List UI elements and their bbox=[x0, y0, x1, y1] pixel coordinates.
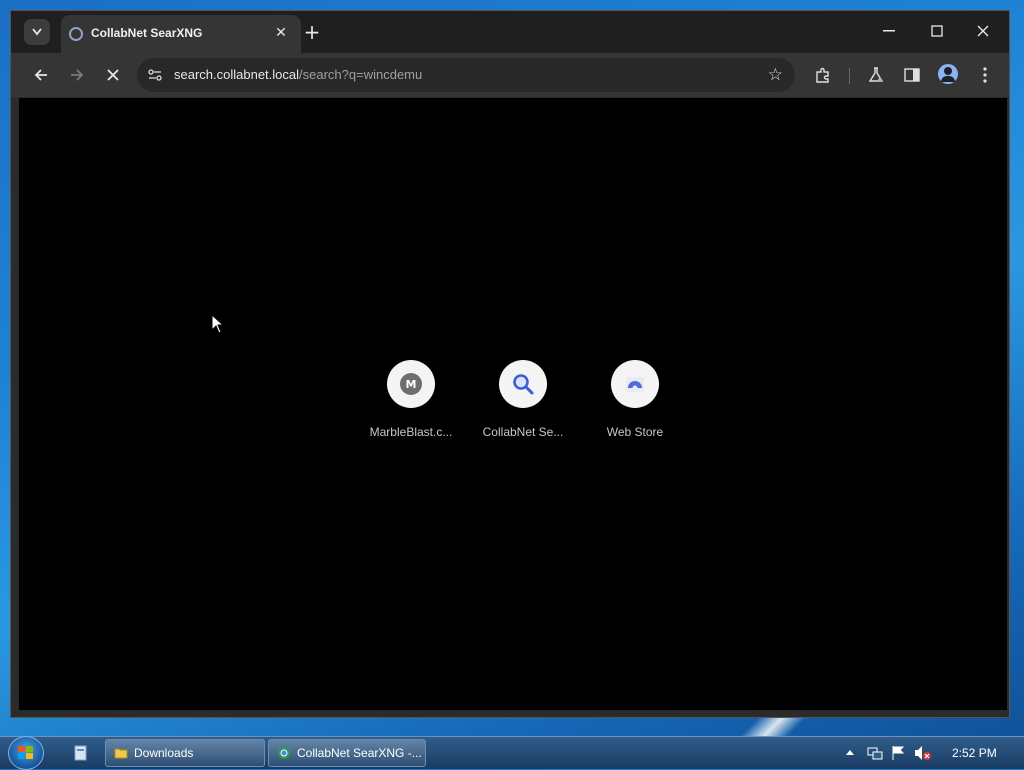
toolbar-separator bbox=[849, 68, 850, 84]
shortcut-label: Web Store bbox=[606, 425, 664, 439]
shortcut-label: CollabNet Se... bbox=[482, 425, 564, 439]
browser-toolbar: search.collabnet.local/search?q=wincdemu… bbox=[11, 53, 1009, 97]
tab-title: CollabNet SearXNG bbox=[91, 26, 203, 40]
maximize-icon bbox=[931, 25, 943, 37]
minimize-icon bbox=[883, 30, 895, 32]
network-icon[interactable] bbox=[867, 745, 883, 761]
taskbar-item-label: CollabNet SearXNG -... bbox=[297, 746, 422, 760]
side-panel-icon[interactable] bbox=[900, 63, 924, 87]
taskbar-item-label: Downloads bbox=[134, 746, 194, 760]
start-button[interactable] bbox=[8, 736, 44, 770]
shortcut-icon-circle bbox=[611, 360, 659, 408]
profile-avatar-icon[interactable] bbox=[938, 64, 958, 84]
minimize-button[interactable] bbox=[869, 17, 909, 45]
browser-window: CollabNet SearXNG ✕ + search.collabnet.l… bbox=[10, 10, 1010, 718]
shortcut-icon-circle: M bbox=[387, 360, 435, 408]
stop-icon bbox=[107, 69, 119, 81]
taskbar: Downloads CollabNet SearXNG -... 2:52 PM bbox=[0, 736, 1024, 770]
windows-logo-icon bbox=[18, 746, 33, 759]
show-hidden-icons-icon[interactable] bbox=[846, 749, 854, 755]
shortcut-tile[interactable]: M MarbleBlast.c... bbox=[361, 360, 461, 439]
labs-flask-icon[interactable] bbox=[864, 63, 888, 87]
menu-kebab-icon[interactable] bbox=[973, 63, 997, 87]
volume-muted-icon[interactable] bbox=[914, 745, 932, 761]
search-icon bbox=[513, 374, 534, 395]
shortcut-icon-circle bbox=[499, 360, 547, 408]
stop-loading-button[interactable] bbox=[101, 63, 125, 87]
address-bar[interactable]: search.collabnet.local/search?q=wincdemu… bbox=[137, 58, 795, 92]
tab-search-button[interactable] bbox=[24, 19, 50, 45]
shortcut-tile[interactable]: CollabNet Se... bbox=[473, 360, 573, 439]
page-content: M MarbleBlast.c... CollabNet Se... Web S… bbox=[19, 98, 1007, 710]
url-host: search.collabnet.local bbox=[174, 67, 300, 82]
web-store-icon bbox=[626, 377, 644, 392]
maximize-button[interactable] bbox=[917, 17, 957, 45]
forward-arrow-icon bbox=[71, 69, 84, 81]
close-window-button[interactable] bbox=[963, 17, 1003, 45]
tab-strip: CollabNet SearXNG ✕ + bbox=[11, 11, 1009, 53]
tab-close-button[interactable]: ✕ bbox=[271, 23, 291, 43]
marbleblast-letter-icon: M bbox=[400, 373, 422, 395]
extensions-icon[interactable] bbox=[811, 63, 835, 87]
site-favicon-icon bbox=[69, 27, 83, 41]
new-tab-button[interactable]: + bbox=[301, 20, 323, 44]
forward-button[interactable] bbox=[65, 63, 89, 87]
folder-icon bbox=[114, 748, 128, 759]
mouse-cursor-icon bbox=[211, 314, 225, 334]
site-info-icon[interactable] bbox=[147, 67, 163, 83]
action-center-flag-icon[interactable] bbox=[891, 745, 905, 761]
back-button[interactable] bbox=[29, 63, 53, 87]
shortcut-tile[interactable]: Web Store bbox=[585, 360, 685, 439]
url-path: /search?q=wincdemu bbox=[299, 67, 423, 82]
chrome-icon bbox=[278, 747, 290, 759]
bookmark-star-icon[interactable]: ☆ bbox=[768, 65, 783, 85]
close-icon bbox=[977, 25, 989, 37]
show-desktop-icon[interactable] bbox=[72, 744, 90, 762]
taskbar-clock[interactable]: 2:52 PM bbox=[952, 746, 997, 760]
chevron-down-icon bbox=[32, 28, 42, 36]
taskbar-item-browser[interactable]: CollabNet SearXNG -... bbox=[268, 739, 426, 767]
shortcut-label: MarbleBlast.c... bbox=[369, 425, 453, 439]
tab-active[interactable]: CollabNet SearXNG ✕ bbox=[61, 15, 301, 53]
back-arrow-icon bbox=[34, 69, 47, 81]
address-url: search.collabnet.local/search?q=wincdemu bbox=[174, 67, 422, 82]
taskbar-item-downloads[interactable]: Downloads bbox=[105, 739, 265, 767]
